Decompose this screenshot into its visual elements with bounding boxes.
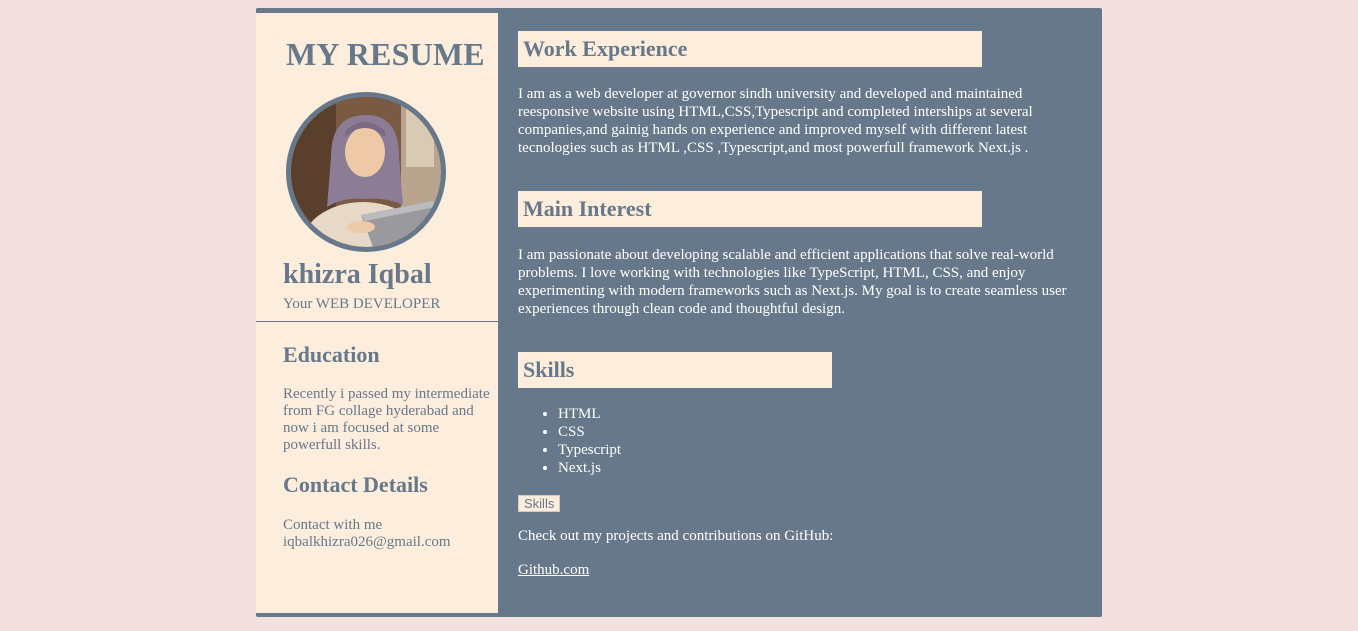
contact-heading: Contact Details: [283, 472, 428, 497]
resume-title: MY RESUME: [286, 36, 485, 72]
person-role: Your WEB DEVELOPER: [283, 296, 441, 312]
work-experience-heading: Work Experience: [518, 31, 982, 67]
skill-item: Typescript: [558, 441, 621, 459]
main-interest-text: I am passionate about developing scalabl…: [518, 247, 1067, 317]
resume-card: MY RESUME khizra Iqbal Your WEB DEVELOPE…: [256, 8, 1102, 617]
sidebar-divider: [256, 321, 498, 322]
main-interest-heading: Main Interest: [518, 191, 982, 227]
contact-label: Contact with me: [283, 517, 383, 533]
github-link[interactable]: Github.com: [518, 562, 589, 579]
skill-item: HTML: [558, 405, 621, 423]
contact-email: iqbalkhizra026@gmail.com: [283, 534, 451, 550]
work-experience-text: I am as a web developer at governor sind…: [518, 86, 1033, 156]
skills-button[interactable]: Skills: [518, 495, 561, 512]
skills-heading: Skills: [518, 352, 832, 388]
contact-text: Contact with me iqbalkhizra026@gmail.com: [283, 517, 493, 551]
person-name: khizra Iqbal: [283, 259, 432, 290]
sidebar: MY RESUME khizra Iqbal Your WEB DEVELOPE…: [256, 13, 498, 613]
education-heading: Education: [283, 342, 380, 367]
github-text: Check out my projects and contributions …: [518, 528, 834, 544]
profile-photo-image: [291, 97, 441, 247]
skills-list: HTML CSS Typescript Next.js: [518, 405, 621, 477]
education-text: Recently i passed my intermediate from F…: [283, 386, 490, 453]
profile-photo: [286, 92, 446, 252]
skill-item: Next.js: [558, 459, 621, 477]
skill-item: CSS: [558, 423, 621, 441]
